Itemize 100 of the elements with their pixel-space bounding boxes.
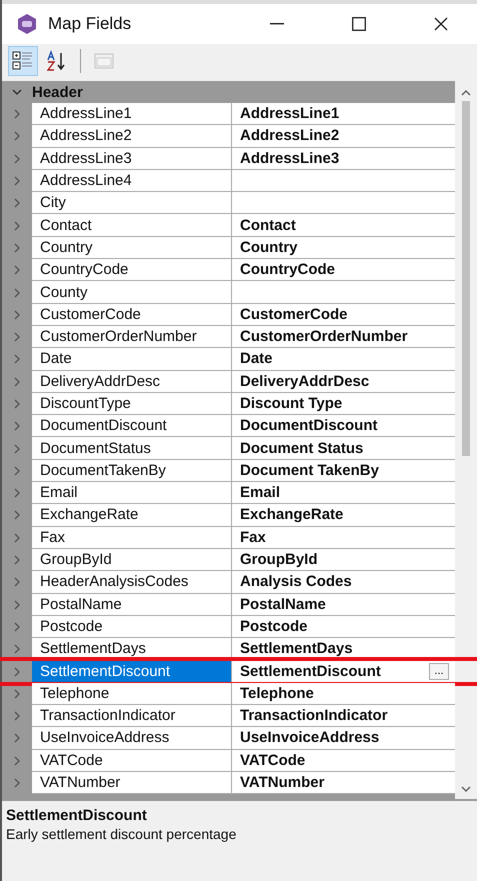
chevron-right-icon[interactable] [14,332,20,342]
property-value[interactable]: AddressLine3 [232,148,455,170]
property-name[interactable]: Telephone [32,682,232,706]
property-value[interactable]: AddressLine2 [232,125,455,148]
scroll-thumb[interactable] [462,101,470,456]
ellipsis-button[interactable]: ... [429,662,449,680]
chevron-right-icon[interactable] [14,711,20,722]
property-name[interactable]: AddressLine2 [32,125,232,148]
property-value[interactable]: Discount Type [232,392,455,416]
property-name[interactable]: Email [32,482,232,504]
chevron-right-icon[interactable] [14,288,20,298]
property-name[interactable]: CustomerCode [32,304,232,326]
property-value[interactable]: DocumentDiscount [232,415,455,438]
property-value[interactable]: Email [232,482,455,504]
chevron-right-icon[interactable] [14,733,20,744]
property-value[interactable]: Postcode [232,616,455,638]
close-icon [434,17,448,31]
property-name[interactable]: Country [32,236,232,260]
chevron-right-icon[interactable] [14,644,20,654]
property-value[interactable]: UseInvoiceAddress [232,727,455,750]
property-name[interactable]: County [32,281,232,304]
property-value[interactable]: Analysis Codes [232,571,455,594]
chevron-right-icon[interactable] [14,265,20,276]
chevron-right-icon[interactable] [14,310,20,320]
property-name[interactable]: PostalName [32,594,232,616]
property-value[interactable]: Fax [232,526,455,549]
property-value-cell[interactable] [232,170,455,192]
chevron-right-icon[interactable] [14,778,20,788]
scrollbar[interactable] [455,81,477,799]
property-value[interactable]: Contact [232,214,455,237]
property-value[interactable]: ExchangeRate [232,504,455,527]
scroll-up-icon[interactable] [461,89,471,97]
property-name[interactable]: City [32,192,232,214]
property-name[interactable]: DocumentDiscount [32,415,232,438]
property-name[interactable]: UseInvoiceAddress [32,727,232,750]
chevron-right-icon[interactable] [14,688,20,699]
property-name[interactable]: Date [32,348,232,371]
property-name[interactable]: TransactionIndicator [32,705,232,728]
property-name[interactable]: DocumentStatus [32,437,232,460]
property-name[interactable]: Fax [32,526,232,549]
chevron-right-icon[interactable] [14,444,20,454]
chevron-right-icon[interactable] [14,176,20,186]
property-value[interactable]: CountryCode [232,259,455,282]
property-value[interactable]: AddressLine1 [232,103,455,126]
property-name[interactable]: DiscountType [32,392,232,416]
property-name[interactable]: DocumentTakenBy [32,460,232,482]
chevron-right-icon[interactable] [14,756,20,766]
property-value[interactable]: PostalName [232,594,455,616]
property-value[interactable]: GroupById [232,548,455,572]
chevron-right-icon[interactable] [14,532,20,543]
property-value[interactable]: Country [232,236,455,260]
chevron-right-icon[interactable] [14,466,20,476]
property-name[interactable]: ExchangeRate [32,504,232,527]
property-name[interactable]: Contact [32,214,232,237]
chevron-right-icon[interactable] [14,577,20,588]
chevron-right-icon[interactable] [14,622,20,632]
chevron-right-icon[interactable] [14,376,20,387]
chevron-right-icon[interactable] [14,109,20,120]
scroll-down-icon[interactable] [461,785,471,793]
property-value[interactable]: VATCode [232,750,455,772]
toolbar-button[interactable] [8,46,38,76]
property-name[interactable]: DeliveryAddrDesc [32,370,232,393]
property-value[interactable]: Document Status [232,437,455,460]
property-name[interactable]: VATNumber [32,772,232,794]
property-value[interactable]: SettlementDiscount ... [232,660,455,683]
property-value[interactable]: Telephone [232,682,455,706]
property-value[interactable]: Document TakenBy [232,460,455,482]
property-name[interactable]: AddressLine1 [32,103,232,126]
chevron-right-icon[interactable] [14,154,20,164]
maximize-icon [352,17,366,31]
property-value[interactable]: TransactionIndicator [232,705,455,728]
chevron-right-icon[interactable] [14,131,20,142]
property-name[interactable]: GroupById [32,548,232,572]
property-name[interactable]: CountryCode [32,259,232,282]
property-name[interactable]: AddressLine4 [32,170,232,192]
property-value[interactable]: CustomerCode [232,304,455,326]
property-value[interactable]: VATNumber [232,772,455,794]
property-value[interactable]: Date [232,348,455,371]
chevron-right-icon[interactable] [14,666,20,677]
property-value-cell[interactable] [232,192,455,214]
chevron-right-icon[interactable] [14,220,20,231]
property-value-cell[interactable] [232,281,455,304]
property-name[interactable]: Postcode [32,616,232,638]
chevron-right-icon[interactable] [14,421,20,432]
property-name[interactable]: SettlementDiscount [32,660,232,683]
chevron-right-icon[interactable] [14,600,20,610]
chevron-right-icon[interactable] [14,555,20,566]
chevron-down-icon[interactable] [12,88,22,96]
chevron-right-icon[interactable] [14,488,20,498]
chevron-right-icon[interactable] [14,399,20,409]
property-name[interactable]: AddressLine3 [32,148,232,170]
chevron-right-icon[interactable] [14,354,20,364]
property-value[interactable]: CustomerOrderNumber [232,326,455,348]
property-name[interactable]: CustomerOrderNumber [32,326,232,348]
property-name[interactable]: HeaderAnalysisCodes [32,571,232,594]
chevron-right-icon[interactable] [14,510,20,520]
chevron-right-icon[interactable] [14,242,20,253]
property-name[interactable]: VATCode [32,750,232,772]
chevron-right-icon[interactable] [14,198,20,208]
property-value[interactable]: DeliveryAddrDesc [232,370,455,393]
